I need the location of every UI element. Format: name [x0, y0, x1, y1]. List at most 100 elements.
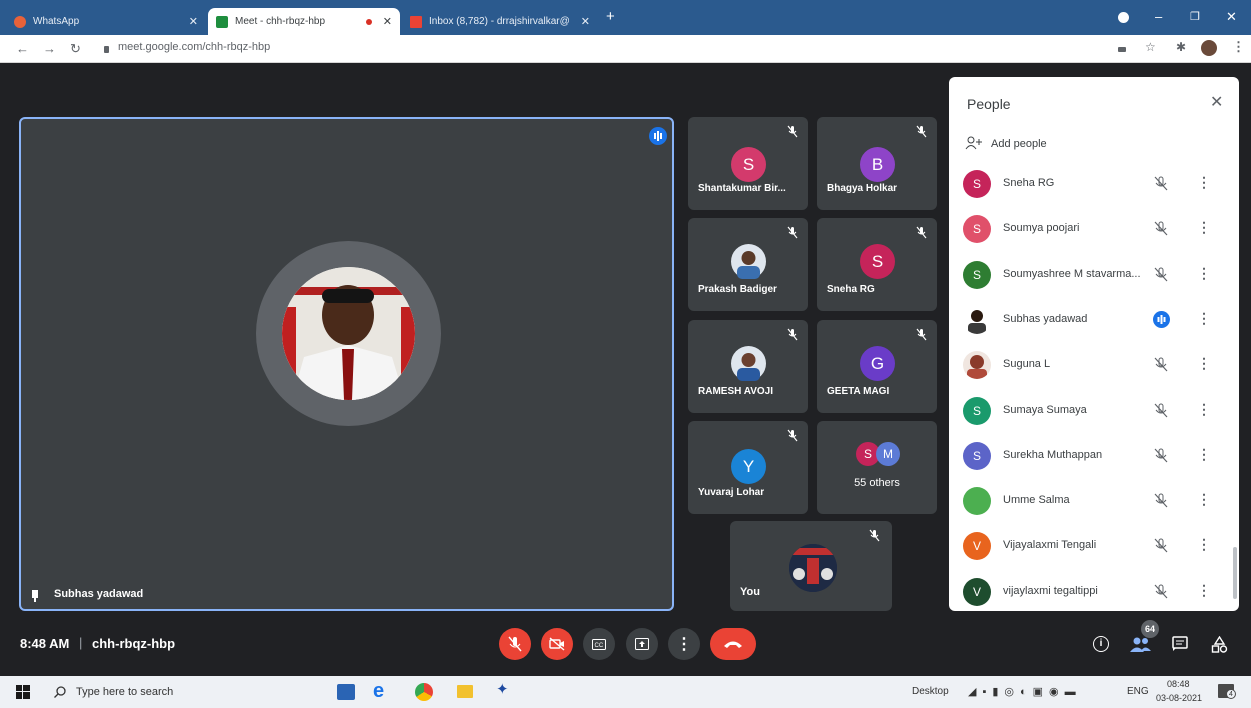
pin-icon[interactable] [31, 589, 39, 602]
others-count-label: 55 others [854, 477, 900, 489]
participant-tile[interactable]: S Shantakumar Bir... [688, 117, 808, 210]
captions-button[interactable]: CC [583, 628, 615, 660]
meet-favicon-icon [216, 15, 228, 28]
tab-whatsapp[interactable]: WhatsApp ✕ [6, 8, 206, 35]
notification-center-icon[interactable]: 4 [1218, 684, 1236, 699]
participant-tile[interactable]: S Sneha RG [817, 218, 937, 311]
participant-row[interactable]: S Sneha RG ⋮ [949, 162, 1239, 207]
extensions-icon[interactable]: ✱ [1176, 40, 1186, 54]
speaker-avatar-ring [256, 241, 441, 426]
more-options-icon[interactable]: ⋮ [1197, 265, 1211, 282]
people-panel: People ✕ Add people S Sneha RG ⋮ S Soumy… [949, 77, 1239, 611]
participant-tile[interactable]: B Bhagya Holkar [817, 117, 937, 210]
camera-toggle-button[interactable] [541, 628, 573, 660]
more-options-icon[interactable]: ⋮ [1197, 536, 1211, 553]
maximize-icon[interactable]: ❐ [1190, 10, 1200, 23]
participant-tile[interactable]: Prakash Badiger [688, 218, 808, 311]
close-tab-icon[interactable]: ✕ [383, 15, 392, 28]
mic-off-icon [508, 636, 522, 652]
meeting-details-icon[interactable]: i [1093, 636, 1109, 652]
browser-menu-icon[interactable]: ⋮ [1232, 39, 1245, 55]
self-tile[interactable]: You [730, 521, 892, 611]
panel-scrollbar[interactable] [1233, 547, 1237, 599]
others-avatar: M [876, 442, 900, 466]
participant-row[interactable]: V vijaylaxmi tegaltippi ⋮ [949, 570, 1239, 611]
participant-avatar: V [963, 578, 991, 606]
participant-tile[interactable]: G GEETA MAGI [817, 320, 937, 413]
close-window-icon[interactable]: ✕ [1226, 9, 1237, 25]
present-button[interactable] [626, 628, 658, 660]
others-tile[interactable]: S M 55 others [817, 421, 937, 514]
close-tab-icon[interactable]: ✕ [189, 15, 198, 28]
tab-meet[interactable]: Meet - chh-rbqz-hbp ✕ [208, 8, 400, 35]
participant-row[interactable]: S Soumyashree M stavarma... ⋮ [949, 253, 1239, 298]
muted-mic-icon[interactable] [1154, 357, 1168, 372]
participant-tile[interactable]: RAMESH AVOJI [688, 320, 808, 413]
chat-button[interactable] [1172, 636, 1188, 652]
mail-app-icon[interactable] [337, 684, 355, 700]
system-tray-icons[interactable]: ◢▪▮◎◐▣◉▬ [968, 685, 1082, 698]
more-options-icon[interactable]: ⋮ [1197, 491, 1211, 508]
leave-call-button[interactable] [710, 628, 756, 660]
people-button[interactable]: 64 [1130, 620, 1159, 654]
more-options-button[interactable]: ⋮ [668, 628, 700, 660]
participant-tile[interactable]: Y Yuvaraj Lohar [688, 421, 808, 514]
muted-mic-icon[interactable] [1154, 403, 1168, 418]
muted-mic-icon [869, 529, 880, 542]
muted-mic-icon[interactable] [1154, 584, 1168, 599]
participant-row[interactable]: S Sumaya Sumaya ⋮ [949, 389, 1239, 434]
clock-date[interactable]: 03-08-2021 [1156, 693, 1202, 703]
participant-row[interactable]: Subhas yadawad ⋮ [949, 298, 1239, 343]
speaking-indicator-icon [1153, 311, 1170, 328]
close-panel-icon[interactable]: ✕ [1210, 92, 1223, 112]
more-options-icon[interactable]: ⋮ [1197, 446, 1211, 463]
participant-count-badge: 64 [1141, 620, 1159, 638]
muted-mic-icon[interactable] [1154, 176, 1168, 191]
dropbox-icon[interactable]: ✦ [496, 680, 509, 698]
minimize-icon[interactable]: – [1155, 9, 1162, 24]
activities-button[interactable] [1211, 635, 1228, 653]
chrome-icon[interactable] [415, 683, 433, 701]
file-explorer-icon[interactable] [457, 685, 473, 698]
mic-toggle-button[interactable] [499, 628, 531, 660]
reload-icon[interactable]: ↻ [70, 41, 81, 57]
desktop-toolbar-label[interactable]: Desktop [912, 686, 949, 697]
clock-time[interactable]: 08:48 [1167, 679, 1190, 689]
taskbar-search-box[interactable]: Type here to search [44, 676, 334, 708]
muted-mic-icon[interactable] [1154, 538, 1168, 553]
muted-mic-icon[interactable] [1154, 448, 1168, 463]
camera-indicator-icon[interactable] [1118, 47, 1126, 52]
participant-row[interactable]: S Soumya poojari ⋮ [949, 207, 1239, 252]
more-options-icon[interactable]: ⋮ [1197, 582, 1211, 599]
windows-start-icon[interactable] [16, 685, 30, 699]
muted-mic-icon[interactable] [1154, 493, 1168, 508]
participant-name: Soumyashree M stavarma... [1003, 268, 1141, 280]
back-icon[interactable]: ← [16, 41, 29, 56]
more-options-icon[interactable]: ⋮ [1197, 310, 1211, 327]
participant-row[interactable]: Suguna L ⋮ [949, 343, 1239, 388]
participant-row[interactable]: Umme Salma ⋮ [949, 479, 1239, 524]
more-options-icon[interactable]: ⋮ [1197, 174, 1211, 191]
more-options-icon[interactable]: ⋮ [1197, 355, 1211, 372]
tab-inbox[interactable]: Inbox (8,782) - drrajshirvalkar@ ✕ [402, 8, 598, 35]
participant-row[interactable]: S Surekha Muthappan ⋮ [949, 434, 1239, 479]
profile-avatar[interactable] [1201, 40, 1217, 56]
muted-mic-icon[interactable] [1154, 267, 1168, 282]
more-options-icon[interactable]: ⋮ [1197, 219, 1211, 236]
camera-off-icon [549, 637, 565, 651]
recording-icon [366, 19, 372, 25]
edge-browser-icon[interactable]: e [373, 681, 384, 701]
language-indicator[interactable]: ENG [1127, 686, 1149, 697]
profile-dot-icon[interactable] [1118, 12, 1129, 23]
forward-icon[interactable]: → [43, 41, 56, 56]
bookmark-star-icon[interactable]: ☆ [1145, 40, 1156, 54]
muted-mic-icon [787, 429, 798, 442]
add-people-button[interactable]: Add people [963, 135, 1103, 153]
url-field[interactable]: meet.google.com/chh-rbqz-hbp [118, 41, 270, 53]
new-tab-icon[interactable]: + [606, 8, 615, 25]
participant-row[interactable]: V Vijayalaxmi Tengali ⋮ [949, 524, 1239, 569]
more-options-icon[interactable]: ⋮ [1197, 401, 1211, 418]
speaker-tile[interactable]: Subhas yadawad [19, 117, 674, 611]
muted-mic-icon[interactable] [1154, 221, 1168, 236]
close-tab-icon[interactable]: ✕ [581, 15, 590, 28]
